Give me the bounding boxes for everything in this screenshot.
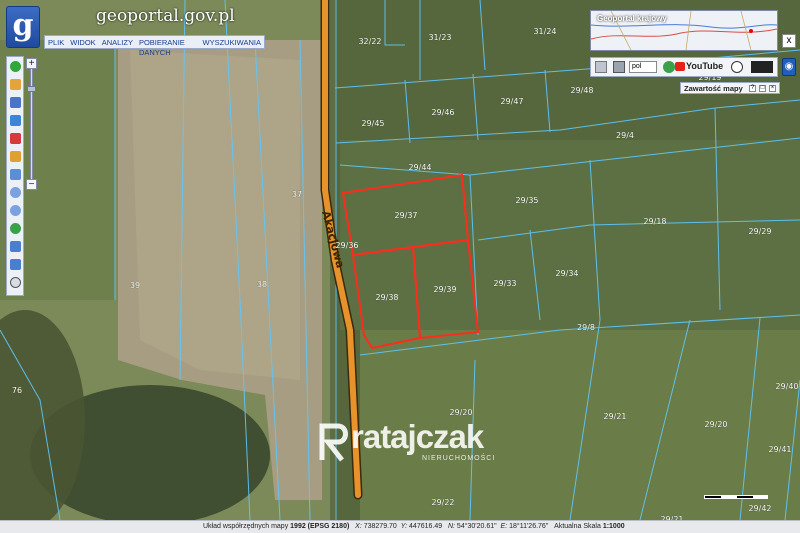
measure-icon[interactable] — [10, 133, 21, 144]
parcel-label: 29/38 — [375, 293, 398, 302]
header: g geoportal.gov.pl PLIK WIDOK ANALIZY PO… — [0, 0, 265, 57]
menu-item-analyses[interactable]: ANALIZY — [99, 36, 136, 48]
zoom-out-icon[interactable] — [10, 205, 21, 216]
zoom-knob[interactable] — [27, 86, 36, 92]
layers-icon[interactable] — [10, 97, 21, 108]
coord-system-value: 1992 (EPSG 2180) — [290, 523, 350, 530]
n-label: N: — [447, 523, 455, 530]
youtube-icon[interactable] — [675, 62, 685, 71]
parcel-label: 29/22 — [431, 498, 454, 507]
site-title: geoportal.gov.pl — [96, 6, 235, 26]
parcel-label: 29/21 — [603, 412, 626, 421]
parcel-label: 29/34 — [555, 269, 578, 278]
parcel-label: 29/20 — [449, 408, 472, 417]
select-icon[interactable] — [10, 115, 21, 126]
y-value: 447616.49 — [409, 523, 443, 530]
menu-item-file[interactable]: PLIK — [45, 36, 67, 48]
overview-close-button[interactable]: x — [782, 34, 796, 48]
language-select[interactable]: pol — [629, 61, 657, 73]
home-icon[interactable] — [10, 79, 21, 90]
contents-help-button[interactable]: ? — [749, 85, 756, 92]
parcel-label: 29/47 — [500, 97, 523, 106]
scale-bar — [704, 495, 768, 499]
status-bar: Układ współrzędnych mapy 1992 (EPSG 2180… — [0, 520, 800, 533]
contents-close-button[interactable]: × — [769, 85, 776, 92]
arrow-box-icon[interactable] — [751, 61, 773, 73]
parcel-label: 29/44 — [408, 163, 431, 172]
youtube-link[interactable]: YouTube — [686, 61, 723, 71]
e-value: 18°11'26.76" — [509, 523, 549, 530]
parcel-label: 39 — [130, 281, 140, 290]
zoom-slider[interactable]: + − — [26, 58, 37, 190]
parcel-label: 29/45 — [361, 119, 384, 128]
zoom-minus-button[interactable]: − — [26, 179, 37, 190]
parcel-label: 29/39 — [433, 285, 456, 294]
scale-value: 1:1000 — [602, 523, 625, 530]
geoportal-logo[interactable]: g — [6, 6, 40, 48]
eye-icon[interactable]: ◉ — [782, 58, 796, 76]
menu-item-search[interactable]: WYSZUKIWANIA — [200, 36, 264, 48]
parcel-label: 29/46 — [431, 108, 454, 117]
y-label: Y: — [400, 523, 408, 530]
parcel-label: 29/41 — [768, 445, 791, 454]
main-menu: PLIK WIDOK ANALIZY POBIERANIE DANYCH WYS… — [44, 35, 265, 57]
contents-restore-button[interactable]: □ — [759, 85, 766, 92]
parcel-label: 29/33 — [493, 279, 516, 288]
watermark-logo-icon — [319, 423, 348, 462]
parcel-label: 76 — [12, 386, 22, 395]
parcel-label: 31/24 — [533, 27, 556, 36]
parcel-label: 29/8 — [577, 323, 595, 332]
info-icon[interactable] — [10, 61, 21, 72]
coordinates-icon[interactable] — [10, 169, 21, 180]
parcel-label: 29/20 — [704, 420, 727, 429]
help-icon[interactable] — [663, 61, 675, 73]
watermark-name: ratajczak — [351, 418, 484, 455]
zoom-in-icon[interactable] — [10, 187, 21, 198]
parcel-label: 29/36 — [335, 241, 358, 250]
menu-item-view[interactable]: WIDOK — [67, 36, 98, 48]
parcel-label: 37 — [292, 190, 302, 199]
menu-item-download[interactable]: POBIERANIE DANYCH — [136, 36, 200, 57]
back-arrow-icon[interactable] — [10, 241, 21, 252]
settings-icon[interactable] — [731, 61, 743, 73]
parcel-label: 29/29 — [748, 227, 771, 236]
parcel-label: 31/23 — [428, 33, 451, 42]
x-value: 738279.70 — [363, 523, 397, 530]
parcel-label: 32/22 — [358, 37, 381, 46]
overview-title: Geoportal krajowy — [597, 14, 667, 23]
parcel-label: 29/37 — [394, 211, 417, 220]
print-icon[interactable] — [613, 61, 625, 73]
coord-system-label: Układ współrzędnych mapy — [203, 523, 289, 530]
parcel-label: 29/18 — [643, 217, 666, 226]
document-icon[interactable] — [595, 61, 607, 73]
parcel-label: 38 — [257, 280, 267, 289]
n-value: 54°30'20.61" — [456, 523, 497, 530]
right-toolbar: pol YouTube — [590, 57, 778, 77]
map-contents-panel[interactable]: Zawartość mapy ? □ × — [680, 82, 780, 94]
parcel-label: 29/48 — [570, 86, 593, 95]
pan-icon[interactable] — [10, 277, 21, 288]
e-label: E: — [500, 523, 508, 530]
draw-icon[interactable] — [10, 151, 21, 162]
scale-label: Aktualna Skala — [554, 523, 601, 530]
parcel-label: 29/4 — [616, 131, 634, 140]
parcel-label: 29/35 — [515, 196, 538, 205]
zoom-track[interactable] — [30, 68, 33, 180]
globe-icon[interactable] — [10, 223, 21, 234]
forward-arrow-icon[interactable] — [10, 259, 21, 270]
watermark-subtitle: NIERUCHOMOŚCI — [422, 455, 496, 462]
parcel-label: 29/40 — [775, 382, 798, 391]
overview-map[interactable]: Geoportal krajowy — [590, 10, 778, 51]
x-label: X: — [355, 523, 362, 530]
watermark: ratajczak NIERUCHOMOŚCI — [318, 418, 494, 468]
left-toolbar — [6, 56, 24, 296]
parcel-label: 29/42 — [748, 504, 771, 513]
map-contents-label: Zawartość mapy — [684, 84, 743, 93]
